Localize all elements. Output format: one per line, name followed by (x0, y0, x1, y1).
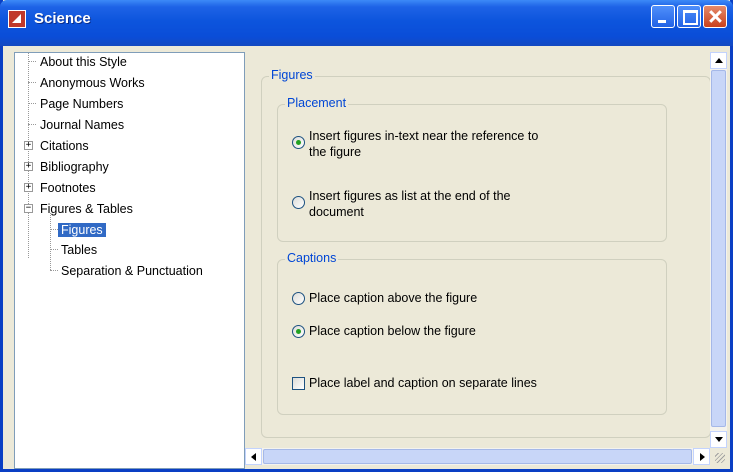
tree-connector (28, 124, 36, 125)
placement-legend: Placement (285, 96, 349, 110)
tree-item-label: Footnotes (40, 181, 96, 195)
tree-item-figures[interactable]: Figures (58, 221, 106, 239)
tree-connector (50, 249, 58, 250)
tree-connector (50, 270, 58, 271)
tree-item-separation-punctuation[interactable]: Separation & Punctuation (58, 262, 206, 280)
insert-in-text-label[interactable]: Insert figures in-text near the referenc… (309, 128, 538, 160)
scroll-left-button[interactable] (245, 448, 262, 465)
minimize-button[interactable] (651, 5, 675, 28)
separate-lines-checkbox[interactable] (292, 377, 305, 390)
captions-legend: Captions (285, 251, 339, 265)
tree-item-journal-names[interactable]: Journal Names (37, 116, 127, 134)
resize-grip-icon[interactable] (710, 448, 727, 465)
collapse-figures-tables-button[interactable]: − (24, 204, 33, 213)
tree-item-tables[interactable]: Tables (58, 241, 100, 259)
tree-connector (28, 53, 29, 258)
tree-item-label: About this Style (40, 55, 127, 69)
tree-item-about-this-style[interactable]: About this Style (37, 53, 130, 71)
tree-item-page-numbers[interactable]: Page Numbers (37, 95, 126, 113)
figures-group-title: Figures (269, 68, 315, 82)
app-icon (8, 10, 26, 28)
insert-as-list-label[interactable]: Insert figures as list at the end of the… (309, 188, 511, 220)
scroll-up-button[interactable] (710, 52, 727, 69)
scroll-down-button[interactable] (710, 431, 727, 448)
insert-in-text-radio[interactable] (292, 136, 305, 149)
scroll-right-button[interactable] (693, 448, 710, 465)
horizontal-scroll-thumb[interactable] (263, 449, 692, 464)
caption-above-radio[interactable] (292, 292, 305, 305)
settings-panel: Figures Placement Insert figures in-text… (245, 52, 727, 448)
tree-item-figures-tables[interactable]: Figures & Tables (37, 200, 136, 218)
tree-connector (28, 61, 36, 62)
tree-item-label: Bibliography (40, 160, 109, 174)
window-title: Science (34, 10, 91, 27)
tree-item-label: Citations (40, 139, 89, 153)
tree-item-label: Separation & Punctuation (61, 264, 203, 278)
insert-in-text-label-line2: the figure (309, 145, 362, 159)
insert-in-text-label-line1: Insert figures in-text near the referenc… (309, 129, 539, 143)
tree-connector (50, 213, 51, 270)
tree-item-label: Figures (58, 223, 106, 237)
tree-connector (50, 229, 58, 230)
expand-bibliography-button[interactable]: + (24, 162, 33, 171)
tree-item-citations[interactable]: Citations (37, 137, 92, 155)
tree-item-label: Figures & Tables (40, 202, 133, 216)
title-bar[interactable]: Science (0, 0, 733, 46)
tree-item-label: Page Numbers (40, 97, 124, 111)
expand-footnotes-button[interactable]: + (24, 183, 33, 192)
placement-group (277, 104, 667, 242)
caption-above-label[interactable]: Place caption above the figure (309, 290, 477, 306)
tree-item-label: Tables (61, 243, 98, 257)
caption-below-radio[interactable] (292, 325, 305, 338)
vertical-scroll-thumb[interactable] (711, 70, 726, 427)
insert-as-list-radio[interactable] (292, 196, 305, 209)
tree-connector (28, 82, 36, 83)
vertical-scrollbar[interactable] (710, 52, 727, 448)
insert-as-list-label-line2: document (309, 205, 364, 219)
tree-item-footnotes[interactable]: Footnotes (37, 179, 99, 197)
caption-below-label[interactable]: Place caption below the figure (309, 323, 476, 339)
tree-item-label: Anonymous Works (40, 76, 145, 90)
expand-citations-button[interactable]: + (24, 141, 33, 150)
tree-item-label: Journal Names (40, 118, 125, 132)
close-button[interactable] (703, 5, 727, 28)
separate-lines-label[interactable]: Place label and caption on separate line… (309, 375, 537, 391)
horizontal-scrollbar[interactable] (245, 448, 710, 465)
tree-item-anonymous-works[interactable]: Anonymous Works (37, 74, 148, 92)
tree-item-bibliography[interactable]: Bibliography (37, 158, 112, 176)
tree-connector (28, 103, 36, 104)
maximize-button[interactable] (677, 5, 701, 28)
insert-as-list-label-line1: Insert figures as list at the end of the (309, 189, 511, 203)
style-tree[interactable]: About this Style Anonymous Works Page Nu… (14, 52, 245, 469)
